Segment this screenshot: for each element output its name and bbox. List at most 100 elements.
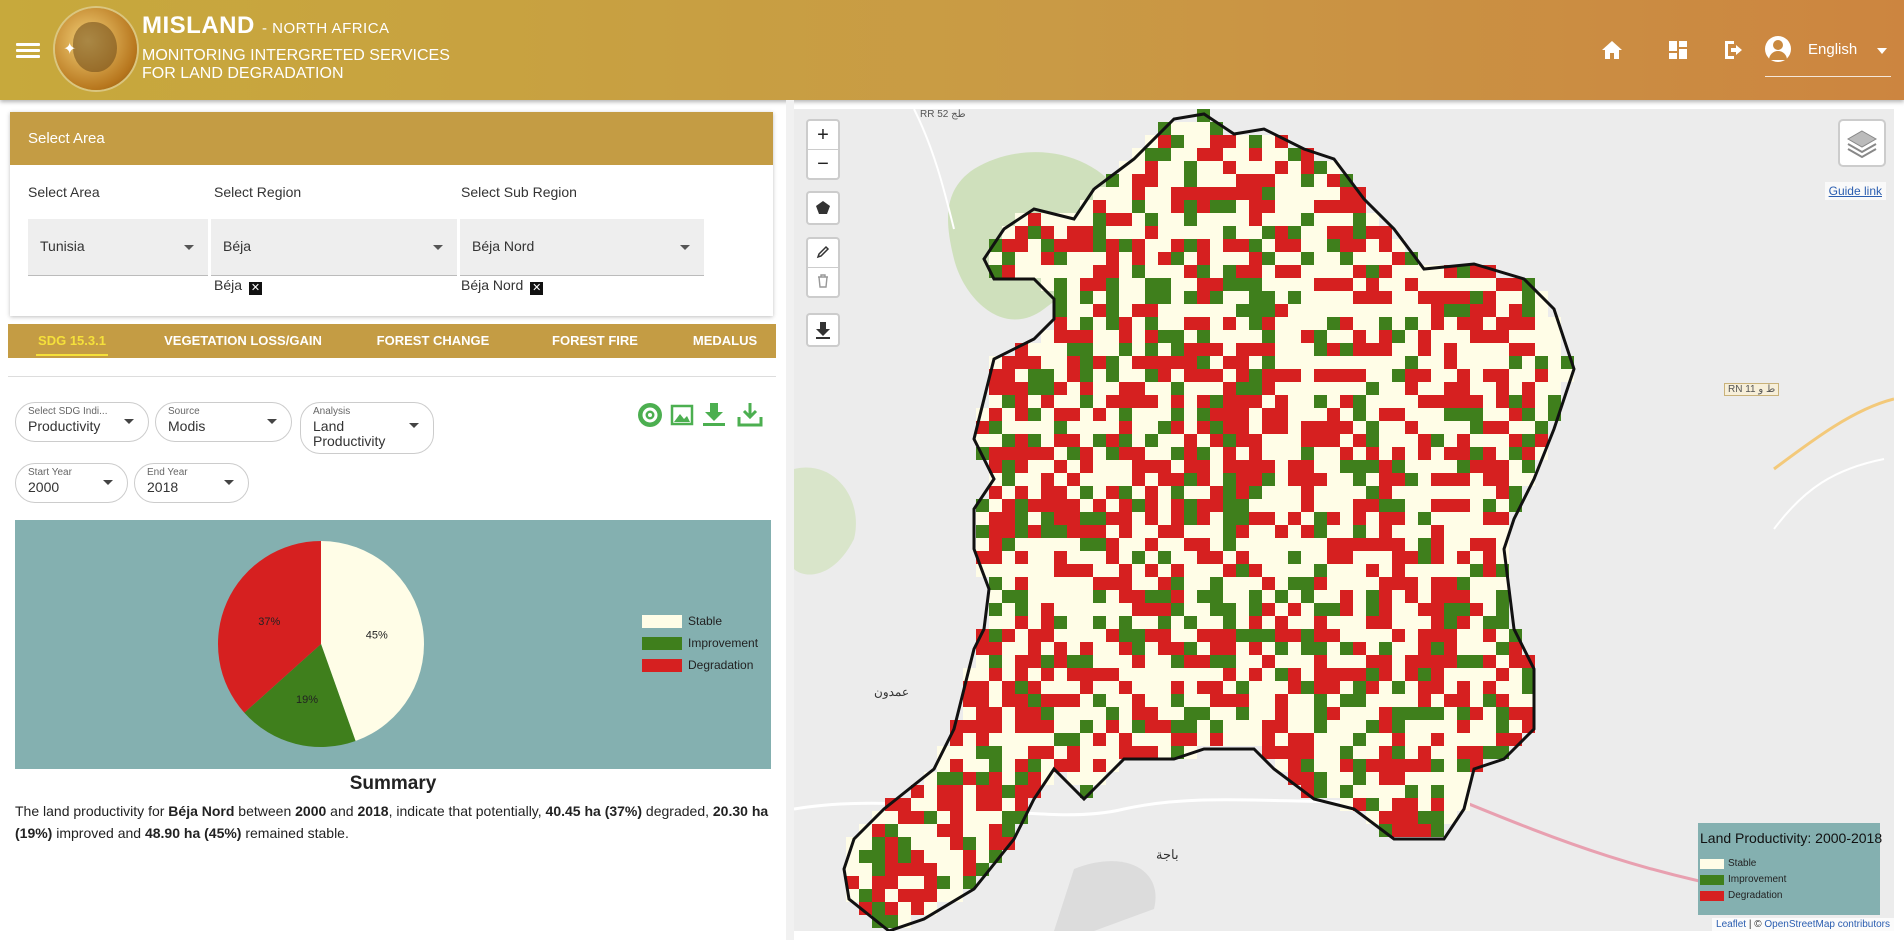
raster-cell	[1288, 395, 1301, 408]
export-icon[interactable]	[736, 400, 764, 428]
raster-cell	[1171, 330, 1184, 343]
raster-cell	[1418, 616, 1431, 629]
map-download-button[interactable]	[806, 313, 840, 347]
raster-cell	[1080, 382, 1093, 395]
raster-cell	[911, 837, 924, 850]
analysis-select[interactable]: Analysis Land Productivity	[300, 402, 434, 454]
raster-cell	[963, 733, 976, 746]
raster-cell	[1444, 486, 1457, 499]
raster-cell	[1301, 278, 1314, 291]
logout-icon[interactable]	[1722, 38, 1748, 62]
settings-icon[interactable]	[637, 402, 663, 428]
raster-cell	[1054, 278, 1067, 291]
raster-cell	[1093, 616, 1106, 629]
area-select[interactable]: Tunisia	[28, 219, 208, 276]
raster-cell	[989, 252, 1002, 265]
raster-cell	[1093, 213, 1106, 226]
raster-cell	[1093, 681, 1106, 694]
indicator-select[interactable]: Select SDG Indi... Productivity	[15, 402, 149, 442]
raster-cell	[1002, 460, 1015, 473]
download-icon[interactable]	[700, 400, 728, 428]
raster-cell	[1236, 304, 1249, 317]
raster-cell	[1262, 343, 1275, 356]
tab-forest-change[interactable]: FOREST CHANGE	[374, 324, 492, 358]
language-select[interactable]: English	[1765, 30, 1891, 77]
trash-icon[interactable]	[808, 268, 838, 296]
raster-cell	[1197, 369, 1210, 382]
raster-cell	[1392, 252, 1405, 265]
raster-cell	[963, 746, 976, 759]
raster-cell	[1106, 746, 1119, 759]
osm-link[interactable]: OpenStreetMap contributors	[1764, 919, 1890, 930]
dashboard-icon[interactable]	[1666, 38, 1690, 62]
leaflet-link[interactable]: Leaflet	[1716, 919, 1746, 930]
tab-vegetation[interactable]: VEGETATION LOSS/GAIN	[158, 324, 328, 358]
tab-forest-fire[interactable]: FOREST FIRE	[542, 324, 648, 358]
edit-icon[interactable]	[808, 239, 838, 268]
map-view[interactable]: RR 52 طج باجة عمدون RN 11 ط و + − Guide …	[794, 109, 1894, 931]
raster-cell	[1249, 187, 1262, 200]
raster-cell	[1288, 538, 1301, 551]
subregion-select[interactable]: Béja Nord	[460, 219, 704, 276]
raster-cell	[1249, 655, 1262, 668]
raster-cell	[1405, 330, 1418, 343]
raster-cell	[1210, 642, 1223, 655]
raster-cell	[1262, 525, 1275, 538]
raster-cell	[976, 720, 989, 733]
raster-cell	[1340, 655, 1353, 668]
tab-sdg[interactable]: SDG 15.3.1	[36, 324, 108, 358]
tab-medalus[interactable]: MEDALUS	[684, 324, 766, 358]
end-year-select[interactable]: End Year 2018	[134, 463, 249, 503]
raster-cell	[1197, 538, 1210, 551]
raster-cell	[1379, 538, 1392, 551]
raster-cell	[911, 798, 924, 811]
raster-cell	[1197, 447, 1210, 460]
raster-cell	[1145, 460, 1158, 473]
map-canvas[interactable]	[794, 109, 1894, 931]
guide-link[interactable]: Guide link	[1824, 182, 1886, 200]
zoom-in-button[interactable]: +	[808, 121, 838, 150]
raster-cell	[1067, 304, 1080, 317]
draw-polygon-button[interactable]	[806, 191, 840, 225]
start-year-select[interactable]: Start Year 2000	[15, 463, 128, 503]
raster-cell	[1236, 551, 1249, 564]
layers-button[interactable]	[1838, 119, 1886, 167]
raster-cell	[1236, 226, 1249, 239]
menu-icon[interactable]	[16, 40, 40, 60]
source-select[interactable]: Source Modis	[155, 402, 292, 442]
raster-cell	[1327, 434, 1340, 447]
account-icon[interactable]	[1765, 36, 1791, 62]
raster-cell	[1366, 252, 1379, 265]
raster-cell	[963, 811, 976, 824]
raster-cell	[963, 772, 976, 785]
close-icon[interactable]: ✕	[530, 282, 544, 295]
raster-cell	[1340, 512, 1353, 525]
raster-cell	[1288, 733, 1301, 746]
raster-cell	[1223, 668, 1236, 681]
raster-cell	[989, 447, 1002, 460]
raster-cell	[989, 733, 1002, 746]
raster-cell	[1327, 512, 1340, 525]
raster-cell	[1158, 720, 1171, 733]
raster-cell	[1301, 681, 1314, 694]
raster-cell	[1028, 772, 1041, 785]
raster-cell	[1379, 421, 1392, 434]
raster-cell	[1080, 590, 1093, 603]
image-icon[interactable]	[669, 402, 695, 428]
region-select[interactable]: Béja	[211, 219, 457, 276]
raster-cell	[1431, 590, 1444, 603]
raster-cell	[1080, 239, 1093, 252]
raster-cell	[1002, 395, 1015, 408]
misland-logo[interactable]: ✦	[55, 8, 137, 90]
raster-cell	[1379, 395, 1392, 408]
raster-cell	[1301, 512, 1314, 525]
home-icon[interactable]	[1600, 38, 1624, 62]
chevron-down-icon	[433, 245, 443, 250]
raster-cell	[1262, 707, 1275, 720]
zoom-out-button[interactable]: −	[808, 150, 838, 178]
raster-cell	[1249, 265, 1262, 278]
raster-cell	[1275, 304, 1288, 317]
raster-cell	[1353, 564, 1366, 577]
zoom-control: + −	[806, 119, 840, 180]
close-icon[interactable]: ✕	[249, 282, 263, 295]
